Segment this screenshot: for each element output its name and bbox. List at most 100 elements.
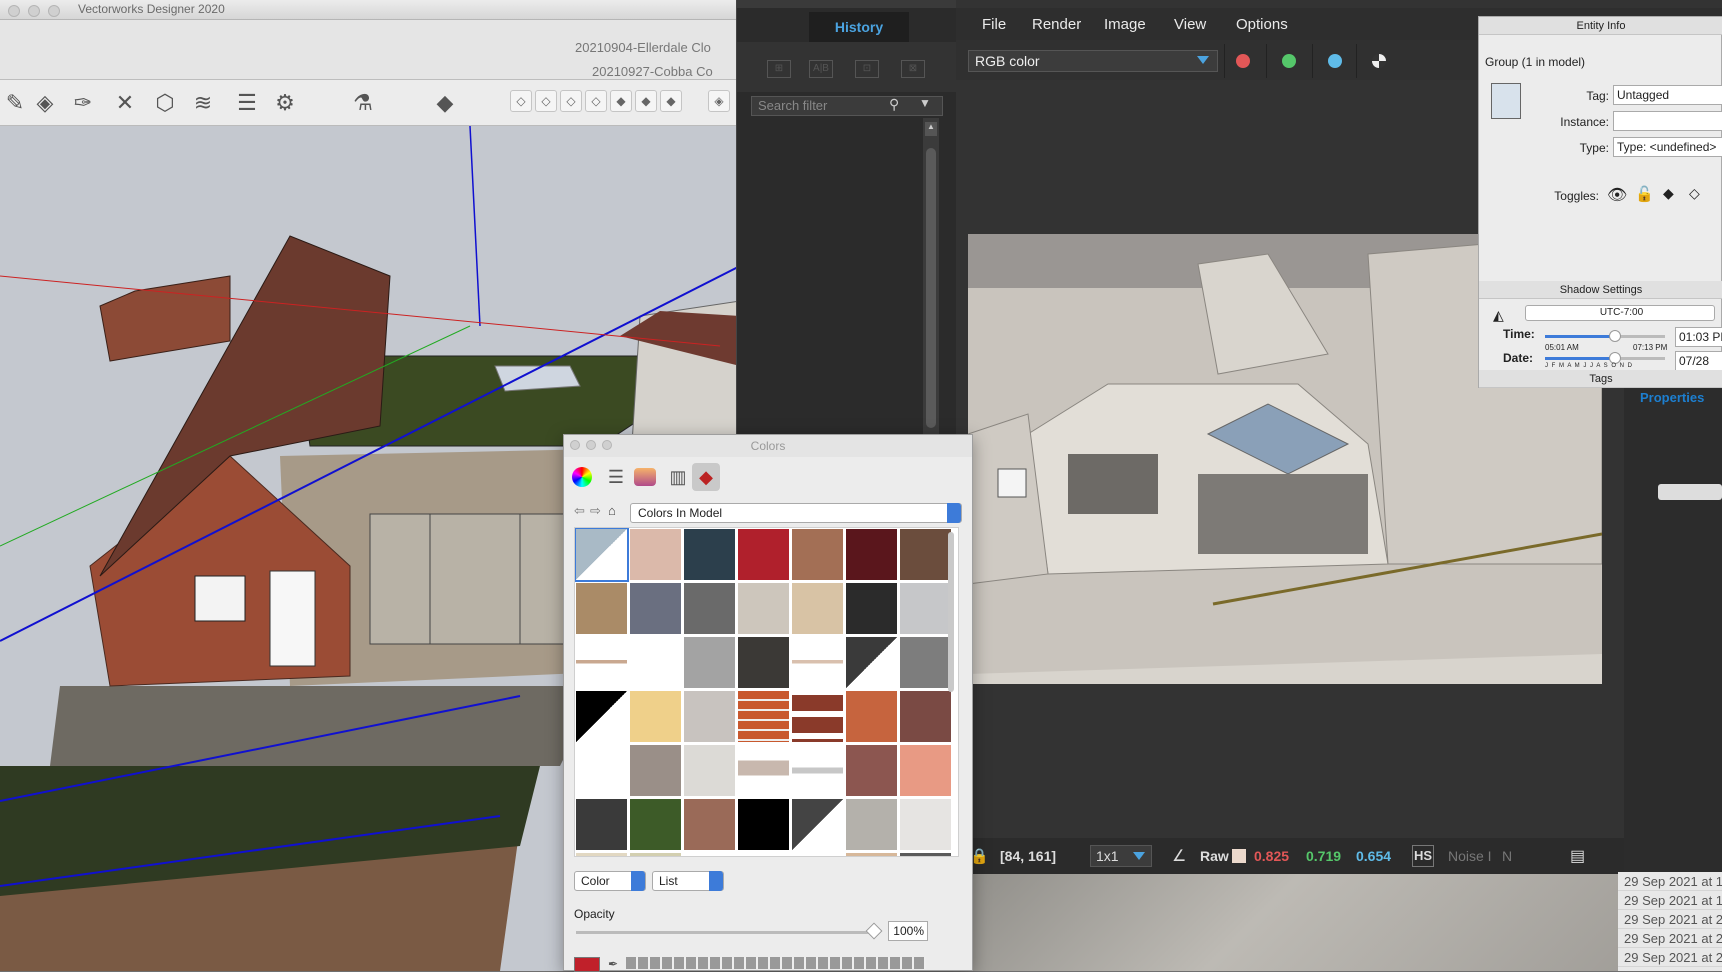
swatch[interactable]: [900, 583, 951, 634]
view-back-icon[interactable]: ◇: [585, 90, 607, 112]
minimize-window-button[interactable]: [28, 5, 40, 17]
project-icon[interactable]: ◆: [430, 88, 460, 118]
scale-tool-icon[interactable]: ✕: [110, 88, 140, 118]
swatch[interactable]: [684, 691, 735, 742]
view-front-icon[interactable]: ◇: [535, 90, 557, 112]
render-flask-icon[interactable]: ⚗: [348, 88, 378, 118]
close-window-button[interactable]: [570, 440, 580, 450]
layers-icon[interactable]: ≋: [188, 88, 218, 118]
swatch-scrollbar[interactable]: [948, 532, 954, 692]
date-field[interactable]: 07/28: [1675, 351, 1722, 371]
swatch[interactable]: [846, 583, 897, 634]
swatch[interactable]: [575, 528, 629, 582]
view-perspective-icon[interactable]: ◈: [708, 90, 730, 112]
swatch[interactable]: [846, 745, 897, 796]
snapshot-icon[interactable]: ⊞: [767, 60, 791, 78]
swatch[interactable]: [684, 583, 735, 634]
menu-render[interactable]: Render: [1032, 16, 1081, 33]
history-scroll-thumb[interactable]: [926, 148, 936, 428]
view-bottom-icon[interactable]: ◆: [660, 90, 682, 112]
swatch[interactable]: [738, 745, 789, 796]
opacity-slider[interactable]: [576, 922, 883, 940]
swatch[interactable]: [630, 745, 681, 796]
forward-arrow-icon[interactable]: ⇨: [590, 503, 601, 519]
list-item[interactable]: 29 Sep 2021 at 1: [1618, 872, 1722, 891]
swatch[interactable]: [846, 799, 897, 850]
time-slider[interactable]: [1545, 330, 1665, 342]
swatch[interactable]: [576, 799, 627, 850]
cast-shadow-icon[interactable]: ◆: [1663, 185, 1674, 202]
instance-field[interactable]: [1613, 111, 1722, 131]
swatch[interactable]: [792, 745, 843, 796]
close-window-button[interactable]: [8, 5, 20, 17]
opacity-field[interactable]: 100%: [888, 921, 928, 941]
angle-tool-icon[interactable]: ∠: [1172, 846, 1186, 866]
delete-snapshot-icon[interactable]: ⊠: [901, 60, 925, 78]
opacity-slider-thumb[interactable]: [865, 922, 883, 940]
minimize-window-button[interactable]: [586, 440, 596, 450]
swatch[interactable]: [738, 637, 789, 688]
swatch[interactable]: [738, 799, 789, 850]
scroll-up-icon[interactable]: ▲: [925, 122, 937, 136]
view-left-icon[interactable]: ◆: [610, 90, 632, 112]
hs-toggle[interactable]: HS: [1412, 845, 1434, 867]
menu-image[interactable]: Image: [1104, 16, 1146, 33]
green-channel-icon[interactable]: [1282, 54, 1296, 68]
tab-history[interactable]: History: [809, 12, 909, 42]
palette-select[interactable]: Colors In Model: [630, 503, 962, 523]
swatch[interactable]: [792, 691, 843, 742]
swatch[interactable]: [900, 745, 951, 796]
swatch[interactable]: [630, 799, 681, 850]
back-arrow-icon[interactable]: ⇦: [574, 503, 585, 519]
document-tab-ellerdale[interactable]: 20210904-Ellerdale Clo: [575, 40, 711, 55]
tags-header[interactable]: Tags: [1479, 370, 1722, 388]
swatch[interactable]: [846, 637, 897, 688]
swatch[interactable]: [792, 583, 843, 634]
tag-field[interactable]: Untagged: [1613, 85, 1722, 105]
swatch[interactable]: [630, 691, 681, 742]
menu-file[interactable]: File: [982, 16, 1006, 33]
view-top-icon[interactable]: ◆: [635, 90, 657, 112]
swatch[interactable]: [738, 583, 789, 634]
list-item[interactable]: 29 Sep 2021 at 2: [1618, 929, 1722, 948]
swatch[interactable]: [630, 637, 681, 688]
list-item[interactable]: 29 Sep 2021 at 1: [1618, 891, 1722, 910]
color-palettes-icon[interactable]: [634, 468, 656, 486]
receive-shadow-icon[interactable]: ◇: [1689, 185, 1700, 202]
swatch[interactable]: [900, 799, 951, 850]
visibility-eye-icon[interactable]: 👁: [1607, 185, 1627, 205]
color-sliders-icon[interactable]: ☰: [602, 463, 630, 491]
swatch-grid[interactable]: [574, 527, 959, 857]
swatch[interactable]: [846, 529, 897, 580]
eyedropper-icon[interactable]: ✒: [608, 957, 618, 971]
swatch[interactable]: [792, 529, 843, 580]
alpha-channel-icon[interactable]: [1372, 54, 1386, 68]
blue-channel-icon[interactable]: [1328, 54, 1342, 68]
swatch[interactable]: [576, 745, 627, 796]
time-field[interactable]: 01:03 PM: [1675, 327, 1722, 347]
swatch[interactable]: [576, 691, 627, 742]
zoom-select[interactable]: 1x1: [1090, 845, 1152, 867]
collapsed-panel-tab[interactable]: [1658, 484, 1722, 500]
swatch[interactable]: [684, 745, 735, 796]
home-icon[interactable]: ⌂: [608, 503, 616, 518]
menu-view[interactable]: View: [1174, 16, 1206, 33]
swatch[interactable]: [630, 583, 681, 634]
swatch[interactable]: [900, 529, 951, 580]
properties-link[interactable]: Properties: [1640, 390, 1704, 405]
current-color-well[interactable]: [574, 957, 600, 972]
color-wheel-icon[interactable]: [572, 467, 592, 487]
settings-stack-icon[interactable]: ⚙: [270, 88, 300, 118]
color-type-select[interactable]: Color: [574, 871, 646, 891]
lock-icon[interactable]: 🔓: [1635, 185, 1654, 203]
view-iso-icon[interactable]: ◇: [510, 90, 532, 112]
swatch[interactable]: [630, 529, 681, 580]
pencil-tool-icon[interactable]: ✎: [0, 88, 30, 118]
history-search-input[interactable]: Search filter: [751, 96, 943, 116]
filter-dropdown-icon[interactable]: ▼: [919, 96, 931, 110]
red-channel-icon[interactable]: [1236, 54, 1250, 68]
list-item[interactable]: 29 Sep 2021 at 2: [1618, 910, 1722, 929]
save-image-icon[interactable]: ⊡: [855, 60, 879, 78]
history-scrollbar[interactable]: ▲: [923, 118, 939, 438]
swatch[interactable]: [792, 799, 843, 850]
